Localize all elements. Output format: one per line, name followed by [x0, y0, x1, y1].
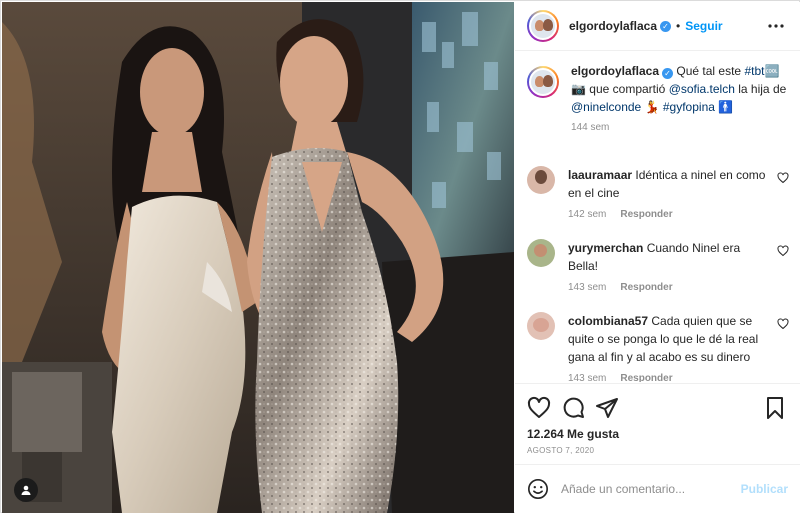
post-photo[interactable]	[2, 2, 514, 513]
author-username[interactable]: elgordoylaflaca	[569, 19, 657, 33]
dancer-emoji: 💃	[644, 100, 660, 114]
comment-item: colombiana57 Cada quien que se quite o s…	[527, 312, 789, 382]
commenter-username[interactable]: colombiana57	[568, 314, 648, 328]
comment-input[interactable]	[561, 482, 741, 496]
comments-list[interactable]: elgordoylaflaca ✓ Qué tal este #tbt🆒📷 que…	[515, 52, 800, 382]
photo-illustration	[2, 2, 514, 513]
verified-badge-icon: ✓	[662, 68, 674, 79]
user-tag-icon[interactable]	[14, 478, 38, 502]
comment-heart-icon[interactable]	[777, 172, 789, 184]
heart-icon[interactable]	[527, 396, 551, 420]
commenter-avatar[interactable]	[527, 312, 555, 340]
mention-sofia-telch-link[interactable]: @sofia.telch	[669, 82, 735, 96]
verified-badge-icon: ✓	[660, 20, 672, 32]
mention-ninelconde-link[interactable]: @ninelconde	[571, 100, 641, 114]
post-actions: 12.264 Me gusta AGOSTO 7, 2020	[515, 383, 800, 463]
reply-button[interactable]: Responder	[620, 209, 672, 220]
caption-text: elgordoylaflaca ✓ Qué tal este #tbt🆒📷 que…	[571, 62, 789, 116]
comment-item: laauramaar Idéntica a ninel en como en e…	[527, 166, 789, 220]
more-options-icon[interactable]	[766, 16, 786, 36]
hashtag-gyfopina-link[interactable]: #gyfopina	[663, 100, 715, 114]
restroom-emoji: 🚹	[718, 100, 734, 114]
paper-plane-icon[interactable]	[595, 396, 619, 420]
post-header: elgordoylaflaca ✓ • Seguir	[515, 2, 800, 51]
comment-timestamp[interactable]: 143 sem	[568, 282, 606, 293]
comment-heart-icon[interactable]	[777, 318, 789, 330]
reply-button[interactable]: Responder	[620, 282, 672, 293]
caption-part: que compartió	[589, 82, 666, 96]
comment-item: yurymerchan Cuando Ninel era Bella! 143 …	[527, 239, 789, 293]
commenter-username[interactable]: yurymerchan	[568, 241, 643, 255]
separator-dot: •	[676, 19, 681, 33]
smiley-icon[interactable]	[527, 478, 549, 500]
instagram-post-modal: elgordoylaflaca ✓ • Seguir elgordoylafla…	[0, 0, 800, 513]
caption-part: Qué tal este	[676, 64, 742, 78]
add-comment-bar: Publicar	[515, 464, 800, 513]
author-avatar[interactable]	[527, 10, 559, 42]
hashtag-tbt-link[interactable]: #tbt	[744, 64, 764, 78]
post-date[interactable]: AGOSTO 7, 2020	[527, 446, 594, 455]
bookmark-icon[interactable]	[763, 396, 787, 420]
post-side-panel: elgordoylaflaca ✓ • Seguir elgordoylafla…	[515, 2, 800, 513]
commenter-avatar[interactable]	[527, 166, 555, 194]
caption-part: la hija de	[738, 82, 787, 96]
commenter-username[interactable]: laauramaar	[568, 168, 632, 182]
post-caption: elgordoylaflaca ✓ Qué tal este #tbt🆒📷 que…	[527, 62, 789, 133]
commenter-avatar[interactable]	[527, 239, 555, 267]
comment-timestamp[interactable]: 143 sem	[568, 373, 606, 382]
caption-author-username[interactable]: elgordoylaflaca	[571, 64, 659, 78]
follow-button[interactable]: Seguir	[685, 19, 722, 33]
comment-heart-icon[interactable]	[777, 245, 789, 257]
caption-author-avatar[interactable]	[527, 66, 559, 98]
comment-bubble-icon[interactable]	[561, 396, 585, 420]
reply-button[interactable]: Responder	[620, 373, 672, 382]
publish-button[interactable]: Publicar	[741, 482, 788, 496]
caption-timestamp[interactable]: 144 sem	[571, 122, 789, 133]
likes-count[interactable]: 12.264 Me gusta	[527, 427, 619, 441]
comment-timestamp[interactable]: 142 sem	[568, 209, 606, 220]
